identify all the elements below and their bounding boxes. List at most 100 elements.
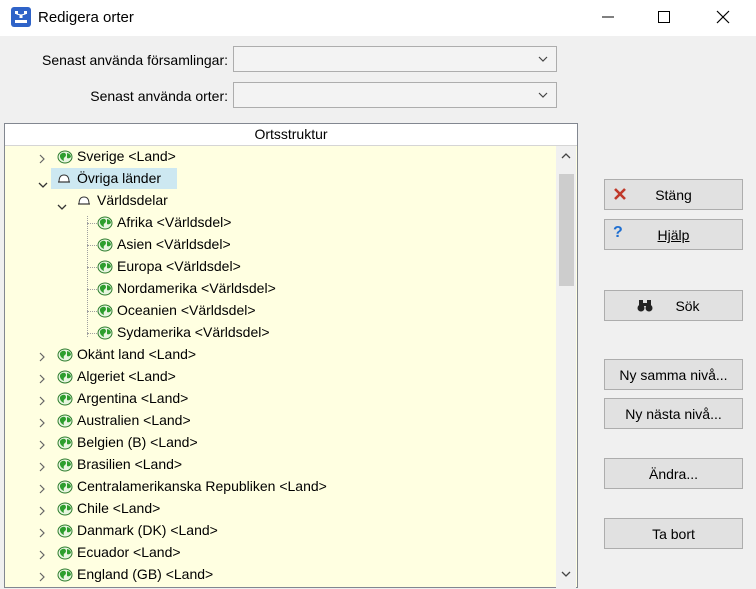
chevron-right-icon[interactable] (38, 415, 46, 431)
folder-dome-icon (77, 194, 91, 210)
tree-item-label: Nordamerika <Världsdel> (117, 280, 276, 296)
chevron-right-icon[interactable] (38, 547, 46, 563)
chevron-right-icon[interactable] (38, 459, 46, 475)
tree-item[interactable]: Danmark (DK) <Land> (5, 520, 553, 542)
scroll-thumb[interactable] (559, 174, 574, 286)
tree-item[interactable]: Belgien (B) <Land> (5, 432, 553, 454)
title-bar: Redigera orter (0, 0, 756, 36)
maximize-button[interactable] (637, 0, 693, 34)
tree-view[interactable]: Sverige <Land> Övriga länder Världsdelar Af… (5, 146, 553, 589)
recent-parishes-combobox[interactable] (233, 46, 557, 72)
tree-item[interactable]: Världsdelar (5, 190, 553, 212)
tree-item-label: Ecuador <Land> (77, 544, 181, 560)
chevron-down-icon (538, 92, 548, 98)
tree-column-header[interactable]: Ortsstruktur (5, 124, 577, 146)
globe-icon (97, 260, 113, 277)
help-label-text: Hjälp (657, 227, 690, 243)
globe-icon (57, 392, 73, 409)
globe-icon (57, 370, 73, 387)
tree-item-label: Världsdelar (97, 192, 168, 208)
maximize-icon (658, 11, 670, 23)
edit-button[interactable]: Ändra... (604, 458, 743, 489)
globe-icon (97, 238, 113, 255)
close-window-button[interactable] (695, 0, 751, 34)
tree-item[interactable]: Nordamerika <Världsdel> (5, 278, 553, 300)
tree-item[interactable]: Chile <Land> (5, 498, 553, 520)
place-tree: Ortsstruktur Sverige <Land> Övriga länder… (4, 123, 578, 588)
close-icon (716, 10, 730, 24)
chevron-right-icon[interactable] (38, 525, 46, 541)
tree-branch-line (87, 311, 97, 312)
tree-item-label: Sydamerika <Världsdel> (117, 324, 270, 340)
tree-item[interactable]: Argentina <Land> (5, 388, 553, 410)
tree-item-label: Okänt land <Land> (77, 346, 197, 362)
scroll-down-icon[interactable] (561, 570, 571, 578)
tree-item[interactable]: Övriga länder (5, 168, 553, 190)
tree-item-label: Asien <Världsdel> (117, 236, 231, 252)
tree-item[interactable]: Australien <Land> (5, 410, 553, 432)
tree-item-label: Afrika <Världsdel> (117, 214, 232, 230)
tree-item-label: Europa <Världsdel> (117, 258, 241, 274)
tree-item[interactable]: Afrika <Världsdel> (5, 212, 553, 234)
tree-item-label: Övriga länder (77, 170, 162, 186)
minimize-button[interactable] (581, 0, 637, 34)
tree-item-label: Brasilien <Land> (77, 456, 183, 472)
globe-icon (57, 414, 73, 431)
tree-item[interactable]: Algeriet <Land> (5, 366, 553, 388)
globe-icon (97, 326, 113, 343)
tree-item[interactable]: Ecuador <Land> (5, 542, 553, 564)
recent-places-combobox[interactable] (233, 82, 557, 108)
search-button-label: Sök (675, 298, 700, 314)
tree-item-label: Centralamerikanska Republiken <Land> (77, 478, 327, 494)
scroll-up-icon[interactable] (561, 152, 571, 160)
tree-item-label: Chile <Land> (77, 500, 161, 516)
tree-item[interactable]: Sverige <Land> (5, 146, 553, 168)
tree-item-label: Algeriet <Land> (77, 368, 176, 384)
tree-branch-line (87, 223, 97, 224)
globe-icon (57, 150, 73, 167)
chevron-right-icon[interactable] (38, 481, 46, 497)
chevron-right-icon[interactable] (38, 569, 46, 585)
tree-item[interactable]: Sydamerika <Världsdel> (5, 322, 553, 344)
chevron-right-icon[interactable] (38, 151, 46, 167)
globe-icon (97, 304, 113, 321)
chevron-right-icon[interactable] (38, 503, 46, 519)
chevron-right-icon[interactable] (38, 437, 46, 453)
tree-item-label: Danmark (DK) <Land> (77, 522, 218, 538)
globe-icon (57, 458, 73, 475)
tree-item[interactable]: England (GB) <Land> (5, 564, 553, 586)
tree-item-label: Argentina <Land> (77, 390, 189, 406)
globe-icon (57, 436, 73, 453)
minimize-icon (602, 16, 614, 18)
globe-icon (57, 524, 73, 541)
tree-item[interactable]: Okänt land <Land> (5, 344, 553, 366)
tree-item[interactable]: Asien <Världsdel> (5, 234, 553, 256)
help-button[interactable]: ? Hjälp (604, 219, 743, 250)
app-icon (11, 7, 31, 27)
tree-branch-line (87, 333, 97, 334)
new-same-level-button[interactable]: Ny samma nivå... (604, 359, 743, 390)
new-next-level-button[interactable]: Ny nästa nivå... (604, 398, 743, 429)
chevron-right-icon[interactable] (38, 371, 46, 387)
tree-item-label: Oceanien <Världsdel> (117, 302, 256, 318)
folder-dome-icon (57, 172, 71, 188)
tree-item-label: Australien <Land> (77, 412, 191, 428)
recent-places-label: Senast använda orter: (90, 88, 228, 104)
globe-icon (57, 502, 73, 519)
chevron-right-icon[interactable] (38, 349, 46, 365)
search-button[interactable]: Sök (604, 290, 743, 321)
tree-branch-line (87, 245, 97, 246)
globe-icon (57, 546, 73, 563)
tree-item[interactable]: Brasilien <Land> (5, 454, 553, 476)
tree-item-label: England (GB) <Land> (77, 566, 214, 582)
help-button-label: Hjälp (605, 227, 742, 243)
tree-item[interactable]: Europa <Världsdel> (5, 256, 553, 278)
tree-branch-line (87, 289, 97, 290)
tree-item[interactable]: Oceanien <Världsdel> (5, 300, 553, 322)
tree-vertical-scrollbar[interactable] (556, 146, 576, 588)
chevron-right-icon[interactable] (38, 393, 46, 409)
close-button[interactable]: Stäng (604, 179, 743, 210)
tree-item[interactable]: Centralamerikanska Republiken <Land> (5, 476, 553, 498)
close-button-label: Stäng (655, 187, 692, 203)
delete-button[interactable]: Ta bort (604, 518, 743, 549)
